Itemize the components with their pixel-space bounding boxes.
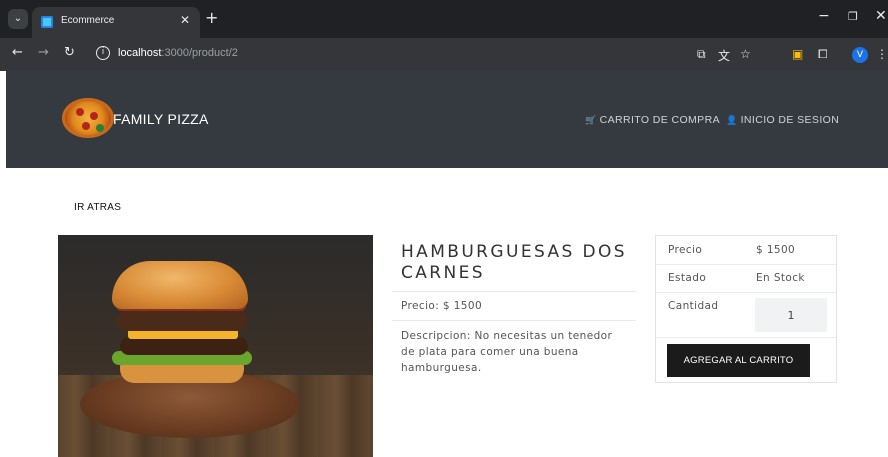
divider <box>656 264 836 265</box>
browser-tab-bar: ⌄ Ecommerce ✕ + − ❐ ✕ <box>0 0 888 38</box>
minimize-icon[interactable]: − <box>818 8 830 24</box>
extensions-puzzle-icon[interactable]: ⧠ <box>818 47 828 62</box>
close-tab-icon[interactable]: ✕ <box>180 13 190 27</box>
brand-name[interactable]: FAMILY PIZZA <box>113 111 209 127</box>
browser-tab[interactable]: Ecommerce ✕ <box>32 7 200 38</box>
price-label: Precio <box>668 244 703 256</box>
divider <box>656 292 836 293</box>
bookmark-star-icon[interactable]: ☆ <box>740 47 751 61</box>
restore-icon[interactable]: ❐ <box>848 10 858 23</box>
site-header: FAMILY PIZZA 🛒 CARRITO DE COMPRA 👤 INICIO … <box>6 71 888 168</box>
back-arrow-icon[interactable]: ← <box>12 45 23 60</box>
patty-upper <box>116 311 248 331</box>
purchase-card: Precio $ 1500 Estado En Stock Cantidad A… <box>655 235 837 383</box>
new-tab-icon[interactable]: + <box>205 10 218 26</box>
product-title: HAMBURGUESAS DOS CARNES <box>401 242 627 283</box>
nav-cart-link[interactable]: 🛒 CARRITO DE COMPRA <box>585 114 720 126</box>
bun-top <box>112 261 248 309</box>
translate-icon[interactable]: 文 <box>718 47 730 64</box>
address-bar[interactable]: i localhost:3000/product/2 <box>86 42 886 67</box>
nav-login-link[interactable]: 👤 INICIO DE SESION <box>726 114 839 126</box>
nav-login-label: INICIO DE SESION <box>740 114 840 126</box>
product-price: Precio: $ 1500 <box>401 300 483 312</box>
shopping-cart-icon: 🛒 <box>585 115 597 125</box>
profile-avatar[interactable]: V <box>852 47 868 63</box>
patty-lower <box>120 337 248 355</box>
site-info-icon[interactable]: i <box>96 46 110 60</box>
quantity-input[interactable] <box>755 298 827 332</box>
extension-icon[interactable]: ▣ <box>792 47 803 61</box>
status-label: Estado <box>668 272 707 284</box>
back-link[interactable]: IR ATRAS <box>74 202 121 213</box>
status-value: En Stock <box>756 272 805 284</box>
add-to-cart-button[interactable]: AGREGAR AL CARRITO <box>667 344 810 377</box>
pizza-logo-icon[interactable] <box>62 98 114 138</box>
product-description: Descripcion: No necesitas un tenedor de … <box>401 330 613 374</box>
favicon-icon <box>41 16 53 28</box>
quantity-label: Cantidad <box>668 300 719 312</box>
divider <box>656 337 836 338</box>
user-icon: 👤 <box>726 115 738 125</box>
reload-icon[interactable]: ↻ <box>64 45 75 60</box>
forward-arrow-icon[interactable]: → <box>38 45 49 60</box>
url-path: :3000/product/2 <box>161 47 238 59</box>
menu-kebab-icon[interactable]: ⋮ <box>876 47 888 61</box>
nav-cart-label: CARRITO DE COMPRA <box>599 114 720 126</box>
url-host: localhost <box>118 47 162 59</box>
tab-search-icon[interactable]: ⌄ <box>8 9 28 29</box>
divider <box>392 320 636 321</box>
cast-icon[interactable]: ⧉ <box>697 47 706 62</box>
divider <box>392 291 636 292</box>
product-image <box>58 235 373 457</box>
price-value: $ 1500 <box>756 244 796 256</box>
url-text[interactable]: localhost:3000/product/2 <box>118 47 238 59</box>
browser-toolbar: ← → ↻ i localhost:3000/product/2 ⧉ 文 ☆ ▣… <box>0 38 888 71</box>
close-window-icon[interactable]: ✕ <box>875 8 887 24</box>
tab-title: Ecommerce <box>61 15 115 26</box>
